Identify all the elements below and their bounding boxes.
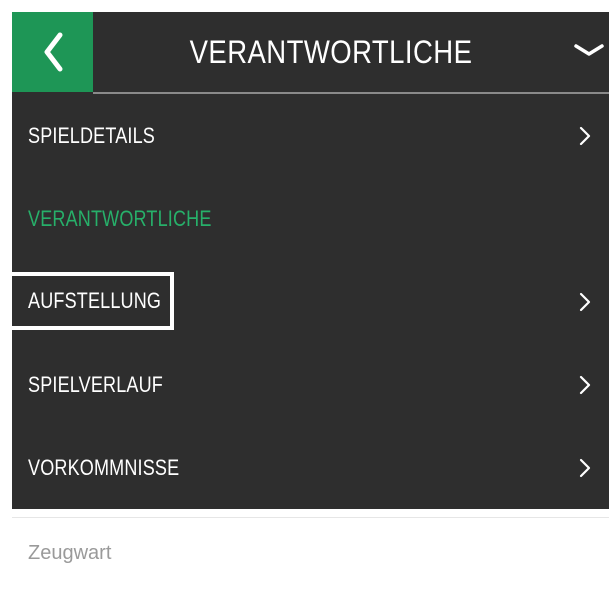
content-area: Zeugwart [12, 509, 609, 596]
nav-menu: SPIELDETAILS VERANTWORTLICHE AUFSTELLUNG… [12, 94, 609, 509]
menu-item-aufstellung[interactable]: AUFSTELLUNG [12, 260, 609, 343]
chevron-down-icon [573, 43, 605, 62]
header-bar: VERANTWORTLICHE [12, 12, 609, 92]
chevron-left-icon [42, 32, 64, 72]
menu-item-vorkommnisse[interactable]: VORKOMMNISSE [12, 426, 609, 509]
chevron-right-icon [579, 292, 591, 317]
focus-highlight [12, 272, 174, 330]
menu-item-label: VORKOMMNISSE [28, 454, 180, 480]
menu-item-label: VERANTWORTLICHE [28, 205, 212, 231]
chevron-right-icon [579, 126, 591, 151]
field-label-zeugwart: Zeugwart [28, 542, 112, 564]
menu-item-spieldetails[interactable]: SPIELDETAILS [12, 94, 609, 177]
chevron-right-icon [579, 458, 591, 483]
menu-item-label: SPIELDETAILS [28, 122, 155, 148]
menu-item-verantwortliche[interactable]: VERANTWORTLICHE [12, 177, 609, 260]
app-window: VERANTWORTLICHE SPIELDETAILS VERANTWORTL… [12, 12, 609, 596]
chevron-right-icon [579, 375, 591, 400]
dropdown-button[interactable] [569, 12, 609, 92]
divider [12, 517, 609, 518]
page-title: VERANTWORTLICHE [189, 33, 473, 70]
menu-item-spielverlauf[interactable]: SPIELVERLAUF [12, 343, 609, 426]
menu-item-label: SPIELVERLAUF [28, 371, 163, 397]
back-button[interactable] [12, 12, 93, 92]
